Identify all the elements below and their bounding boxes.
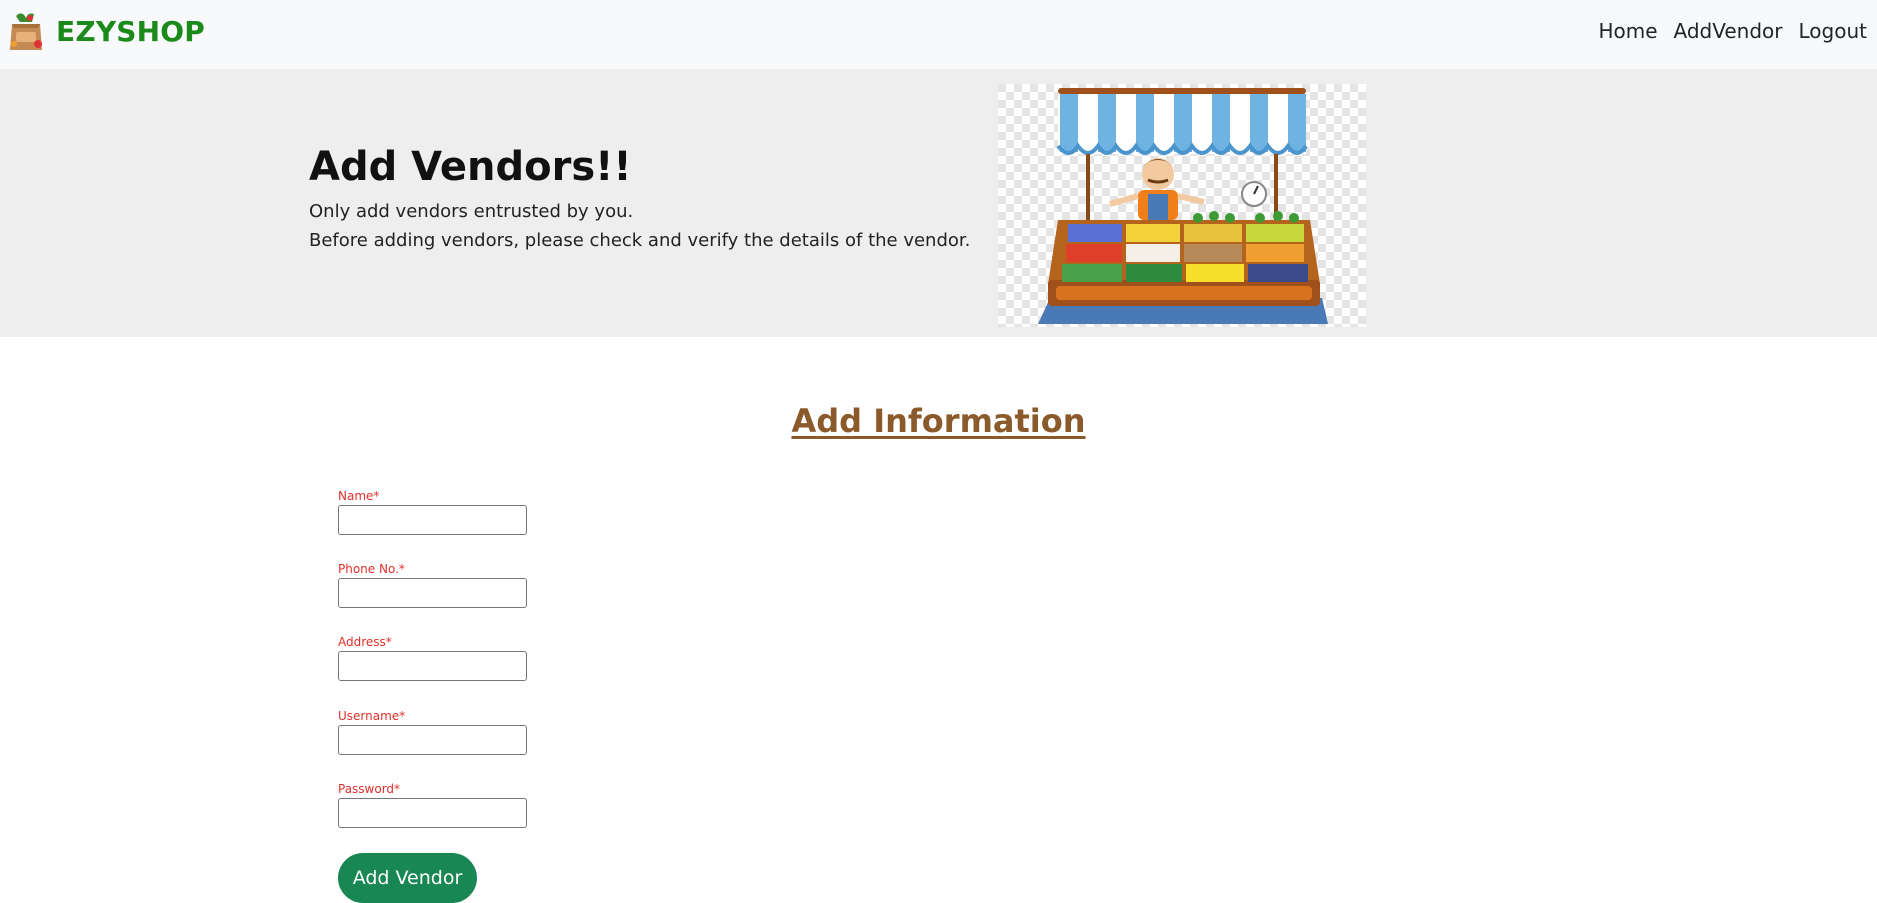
field-password: Password*	[338, 782, 527, 828]
add-information-heading: Add Information	[791, 402, 1086, 440]
hero-text-line-1: Only add vendors entrusted by you.	[309, 201, 634, 222]
field-address: Address*	[338, 635, 527, 681]
username-input[interactable]	[338, 725, 527, 755]
brand-link[interactable]: EZYSHOP	[8, 10, 205, 52]
name-input[interactable]	[338, 505, 527, 535]
phone-input[interactable]	[338, 578, 527, 608]
add-information-heading-wrap: Add Information	[0, 402, 1877, 440]
nav-link-addvendor[interactable]: AddVendor	[1674, 19, 1783, 43]
phone-label: Phone No.*	[338, 562, 405, 576]
hero-banner: Add Vendors!! Only add vendors entrusted…	[0, 69, 1877, 337]
hero-text-line-2: Before adding vendors, please check and …	[309, 230, 971, 251]
address-input[interactable]	[338, 651, 527, 681]
password-label: Password*	[338, 782, 401, 796]
add-vendor-button[interactable]: Add Vendor	[338, 853, 477, 903]
navbar: EZYSHOP Home AddVendor Logout	[0, 0, 1877, 69]
password-input[interactable]	[338, 798, 527, 828]
nav-link-logout[interactable]: Logout	[1799, 19, 1867, 43]
address-label: Address*	[338, 635, 392, 649]
field-name: Name*	[338, 489, 527, 535]
grocery-bag-icon	[10, 13, 42, 50]
field-phone: Phone No.*	[338, 562, 527, 608]
brand-name: EZYSHOP	[56, 14, 206, 48]
nav-links: Home AddVendor Logout	[1598, 19, 1867, 43]
vendor-stall-illustration	[998, 84, 1366, 327]
name-label: Name*	[338, 489, 380, 503]
username-label: Username*	[338, 709, 406, 723]
hero-title: Add Vendors!!	[309, 144, 632, 190]
nav-link-home[interactable]: Home	[1598, 19, 1657, 43]
field-username: Username*	[338, 709, 527, 755]
